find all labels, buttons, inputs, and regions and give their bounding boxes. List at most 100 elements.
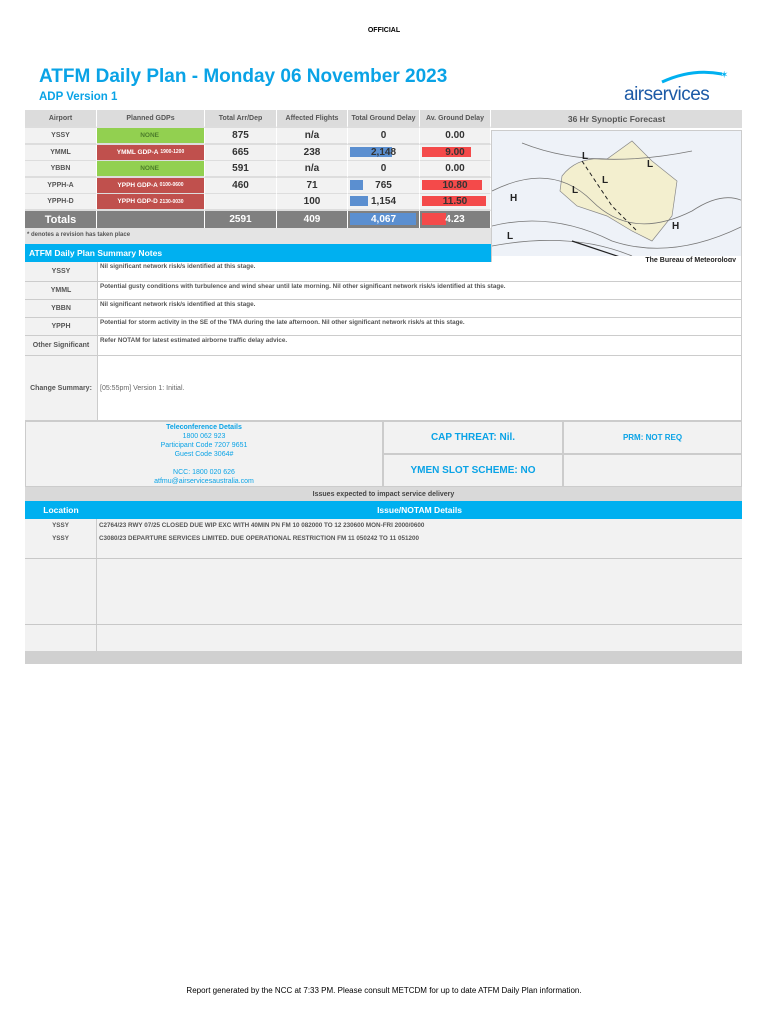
notam-location bbox=[25, 545, 97, 559]
issues-footer-bar bbox=[25, 651, 742, 664]
av-delay-value: 9.00 bbox=[445, 146, 465, 158]
issues-title: Issues expected to impact service delive… bbox=[25, 487, 742, 501]
totals-affected-cell: 409 bbox=[277, 211, 348, 228]
summary-text: Potential for storm activity in the SE o… bbox=[97, 318, 742, 336]
ground-delay-value: 1,154 bbox=[370, 196, 397, 208]
ground-delay-value: 0 bbox=[380, 130, 387, 141]
notam-row: YSSY C3080/23 DEPARTURE SERVICES LIMITED.… bbox=[25, 532, 742, 547]
airport-cell: YMML bbox=[25, 144, 97, 162]
notam-location bbox=[25, 598, 97, 612]
gdp-time: 0100-0600 bbox=[159, 182, 184, 189]
notam-location bbox=[25, 558, 97, 572]
total-ground-delay-cell: 765 bbox=[348, 177, 420, 195]
teleconference-phone: 1800 062 923 bbox=[182, 433, 226, 440]
totals-ground-delay-cell: 4,067 bbox=[348, 211, 420, 228]
svg-text:L: L bbox=[582, 151, 588, 162]
ground-delay-value: 2,148 bbox=[370, 146, 397, 158]
svg-text:L: L bbox=[507, 231, 513, 242]
svg-text:✶: ✶ bbox=[720, 70, 728, 81]
synoptic-title: 36 Hr Synoptic Forecast bbox=[491, 110, 742, 128]
arr-dep-value: 875 bbox=[232, 130, 249, 141]
ncc-phone: NCC: 1800 020 626 bbox=[173, 469, 235, 476]
summary-text: Refer NOTAM for latest estimated airborn… bbox=[97, 336, 742, 356]
teleconference-title: Teleconference Details bbox=[166, 424, 242, 431]
total-ground-delay-cell: 0 bbox=[348, 128, 420, 145]
airport-cell: YBBN bbox=[25, 161, 97, 179]
av-ground-delay-cell: 10.80 bbox=[420, 177, 491, 195]
email-link[interactable]: atfmu@airservicesaustralia.com bbox=[26, 477, 382, 486]
av-ground-delay-cell: 0.00 bbox=[420, 161, 491, 179]
affected-value: n/a bbox=[304, 130, 320, 141]
ground-delay-bar bbox=[350, 179, 364, 190]
svg-text:H: H bbox=[510, 193, 517, 204]
summary-label: YPPH bbox=[25, 318, 97, 336]
airport-code: YBBN bbox=[50, 165, 71, 173]
notam-location bbox=[25, 611, 97, 625]
svg-text:H: H bbox=[672, 221, 679, 232]
av-ground-delay-cell: 9.00 bbox=[420, 144, 491, 162]
notam-location bbox=[25, 585, 97, 598]
gdp-time: 1900-1200 bbox=[160, 149, 185, 156]
issues-header: Location Issue/NOTAM Details bbox=[25, 501, 742, 519]
arr-dep-cell: 591 bbox=[205, 161, 277, 179]
affected-cell: 71 bbox=[277, 177, 348, 195]
report-footer: Report generated by the NCC at 7:33 PM. … bbox=[186, 986, 582, 995]
affected-value: n/a bbox=[304, 163, 320, 175]
column-header-planned-gdps: Planned GDPs bbox=[97, 110, 205, 128]
summary-label: Other Significant bbox=[25, 336, 97, 356]
version-label: ADP Version 1 bbox=[39, 91, 118, 103]
total-ground-delay-cell: 1,154 bbox=[348, 194, 420, 212]
arr-dep-value: 460 bbox=[232, 179, 249, 191]
av-ground-delay-cell: 0.00 bbox=[420, 128, 491, 145]
airport-cell: YPPH-D bbox=[25, 194, 97, 212]
gdp-name: NONE bbox=[140, 132, 159, 139]
svg-text:L: L bbox=[602, 175, 608, 186]
total-ground-delay-cell: 0 bbox=[348, 161, 420, 179]
planned-gdp-cell: NONE bbox=[97, 161, 205, 179]
totals-arr-dep-cell: 2591 bbox=[205, 211, 277, 228]
airport-code: YPPH-A bbox=[47, 181, 74, 189]
airport-cell: YPPH-A bbox=[25, 177, 97, 195]
empty-cell bbox=[563, 454, 742, 487]
av-ground-delay-cell: 11.50 bbox=[420, 194, 491, 212]
arr-dep-cell: 665 bbox=[205, 144, 277, 162]
summary-label: YMML bbox=[25, 282, 97, 300]
summary-label: YBBN bbox=[25, 300, 97, 318]
totals-affected: 409 bbox=[303, 214, 321, 225]
arr-dep-value: 665 bbox=[232, 146, 249, 158]
summary-label: YSSY bbox=[25, 262, 97, 282]
notam-location: YSSY bbox=[25, 532, 97, 546]
notam-row bbox=[25, 558, 742, 573]
notam-location bbox=[25, 624, 97, 638]
affected-cell: 100 bbox=[277, 194, 348, 212]
ground-delay-bar bbox=[350, 196, 368, 207]
affected-cell: n/a bbox=[277, 161, 348, 179]
planned-gdp-cell: YPPH GDP-A 0100-0600 bbox=[97, 177, 205, 195]
summary-text: Potential gusty conditions with turbulen… bbox=[97, 282, 742, 300]
slot-scheme: YMEN SLOT SCHEME: NO bbox=[383, 454, 563, 487]
arr-dep-cell bbox=[205, 194, 277, 212]
notam-details: C2764/23 RWY 07/25 CLOSED DUE WIP EXC WI… bbox=[99, 522, 425, 529]
gdp-name: YMML GDP-A bbox=[116, 148, 159, 156]
planned-gdp-cell: NONE bbox=[97, 128, 205, 145]
location-column-header: Location bbox=[43, 505, 79, 515]
totals-av-delay-bar bbox=[422, 213, 446, 225]
total-ground-delay-cell: 2,148 bbox=[348, 144, 420, 162]
arr-dep-cell: 460 bbox=[205, 177, 277, 195]
airport-code: YPPH-D bbox=[47, 198, 74, 206]
notam-row bbox=[25, 571, 742, 586]
airport-code: YSSY bbox=[51, 132, 70, 139]
airport-cell: YSSY bbox=[25, 128, 97, 145]
cap-threat: CAP THREAT: Nil. bbox=[383, 421, 563, 454]
totals-ground-delay: 4,067 bbox=[370, 214, 397, 225]
av-delay-value: 10.80 bbox=[442, 179, 468, 191]
svg-text:L: L bbox=[572, 185, 578, 196]
ground-delay-value: 0 bbox=[380, 163, 387, 175]
ground-delay-value: 765 bbox=[375, 179, 392, 191]
affected-cell: 238 bbox=[277, 144, 348, 162]
change-summary-label: Change Summary: bbox=[25, 356, 97, 421]
synoptic-forecast-map[interactable]: L L L L H H L The Bureau of Meteorology bbox=[491, 130, 742, 267]
totals-label-cell: Totals bbox=[25, 211, 97, 228]
arr-dep-value: 591 bbox=[232, 163, 249, 175]
affected-value: 71 bbox=[306, 179, 318, 191]
